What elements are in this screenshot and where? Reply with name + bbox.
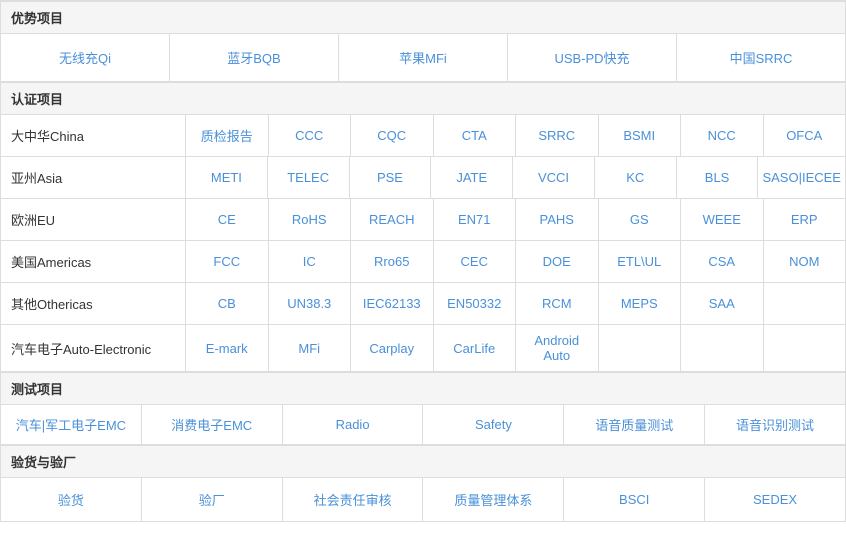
cert-item-2-6[interactable]: WEEE [681,199,764,240]
cert-item-1-0[interactable]: METI [186,157,268,198]
cert-item-2-0[interactable]: CE [186,199,269,240]
testing-title: 测试项目 [1,372,845,405]
cert-item-1-7[interactable]: SASO|IECEE [758,157,845,198]
cert-item-1-1[interactable]: TELEC [268,157,350,198]
cert-item-3-6[interactable]: CSA [681,241,764,282]
cert-item-5-0[interactable]: E-mark [186,325,269,371]
cert-item-1-4[interactable]: VCCI [513,157,595,198]
cert-item-2-3[interactable]: EN71 [434,199,517,240]
cert-row-3: 美国Americas FCC IC Rro65 CEC DOE ETL\UL C… [1,241,845,283]
cert-item-5-5 [599,325,682,371]
advantage-row: 无线充Qi 蓝牙BQB 苹果MFi USB-PD快充 中国SRRC [1,34,845,82]
inspection-row: 验货 验厂 社会责任审核 质量管理体系 BSCI SEDEX [1,478,845,521]
inspect-item-0[interactable]: 验货 [1,478,142,521]
cert-row-5: 汽车电子Auto-Electronic E-mark MFi Carplay C… [1,325,845,372]
cert-item-5-4[interactable]: Android Auto [516,325,599,371]
test-item-1[interactable]: 消费电子EMC [142,405,283,444]
cert-item-5-6 [681,325,764,371]
test-item-3[interactable]: Safety [423,405,564,444]
cert-item-2-7[interactable]: ERP [764,199,846,240]
cert-header-2: 欧洲EU [1,199,186,240]
cert-item-3-7[interactable]: NOM [764,241,846,282]
test-item-5[interactable]: 语音识别测试 [705,405,845,444]
cert-row-1: 亚州Asia METI TELEC PSE JATE VCCI KC BLS S… [1,157,845,199]
cert-header-0: 大中华China [1,115,186,156]
cert-item-0-5[interactable]: BSMI [599,115,682,156]
cert-item-2-5[interactable]: GS [599,199,682,240]
advantage-title: 优势项目 [1,1,845,34]
cert-item-4-7[interactable] [764,283,846,324]
cert-item-4-1[interactable]: UN38.3 [269,283,352,324]
cert-item-1-6[interactable]: BLS [677,157,759,198]
inspection-title: 验货与验厂 [1,445,845,478]
cert-item-4-6[interactable]: SAA [681,283,764,324]
cert-item-3-5[interactable]: ETL\UL [599,241,682,282]
advantage-item-2[interactable]: 苹果MFi [339,34,508,81]
test-item-4[interactable]: 语音质量测试 [564,405,705,444]
cert-item-5-7 [764,325,846,371]
cert-item-2-2[interactable]: REACH [351,199,434,240]
cert-row-0: 大中华China 质检报告 CCC CQC CTA SRRC BSMI NCC … [1,115,845,157]
cert-item-2-1[interactable]: RoHS [269,199,352,240]
inspect-item-2[interactable]: 社会责任审核 [283,478,424,521]
cert-item-5-3[interactable]: CarLife [434,325,517,371]
cert-item-0-7[interactable]: OFCA [764,115,846,156]
inspect-item-5[interactable]: SEDEX [705,478,845,521]
cert-header-4: 其他Othericas [1,283,186,324]
inspect-item-4[interactable]: BSCI [564,478,705,521]
cert-row-4: 其他Othericas CB UN38.3 IEC62133 EN50332 R… [1,283,845,325]
cert-item-5-1[interactable]: MFi [269,325,352,371]
cert-item-1-3[interactable]: JATE [431,157,513,198]
cert-item-3-4[interactable]: DOE [516,241,599,282]
inspect-item-3[interactable]: 质量管理体系 [423,478,564,521]
test-item-0[interactable]: 汽车|军工电子EMC [1,405,142,444]
cert-item-2-4[interactable]: PAHS [516,199,599,240]
testing-row: 汽车|军工电子EMC 消费电子EMC Radio Safety 语音质量测试 语… [1,405,845,445]
cert-item-4-0[interactable]: CB [186,283,269,324]
cert-item-3-1[interactable]: IC [269,241,352,282]
cert-item-0-1[interactable]: CCC [269,115,352,156]
cert-header-1: 亚州Asia [1,157,186,198]
cert-item-3-0[interactable]: FCC [186,241,269,282]
cert-item-0-6[interactable]: NCC [681,115,764,156]
cert-item-1-5[interactable]: KC [595,157,677,198]
advantage-item-3[interactable]: USB-PD快充 [508,34,677,81]
cert-item-4-5[interactable]: MEPS [599,283,682,324]
cert-header-5: 汽车电子Auto-Electronic [1,325,186,371]
cert-item-4-3[interactable]: EN50332 [434,283,517,324]
cert-header-3: 美国Americas [1,241,186,282]
advantage-item-0[interactable]: 无线充Qi [1,34,170,81]
test-item-2[interactable]: Radio [283,405,424,444]
cert-item-0-2[interactable]: CQC [351,115,434,156]
cert-item-0-3[interactable]: CTA [434,115,517,156]
cert-item-1-2[interactable]: PSE [350,157,432,198]
cert-item-4-4[interactable]: RCM [516,283,599,324]
cert-item-3-2[interactable]: Rro65 [351,241,434,282]
cert-item-0-0[interactable]: 质检报告 [186,115,269,156]
inspect-item-1[interactable]: 验厂 [142,478,283,521]
cert-item-5-2[interactable]: Carplay [351,325,434,371]
cert-row-2: 欧洲EU CE RoHS REACH EN71 PAHS GS WEEE ERP [1,199,845,241]
cert-item-0-4[interactable]: SRRC [516,115,599,156]
advantage-item-1[interactable]: 蓝牙BQB [170,34,339,81]
cert-item-4-2[interactable]: IEC62133 [351,283,434,324]
cert-item-3-3[interactable]: CEC [434,241,517,282]
advantage-item-4[interactable]: 中国SRRC [677,34,845,81]
certification-title: 认证项目 [1,82,845,115]
